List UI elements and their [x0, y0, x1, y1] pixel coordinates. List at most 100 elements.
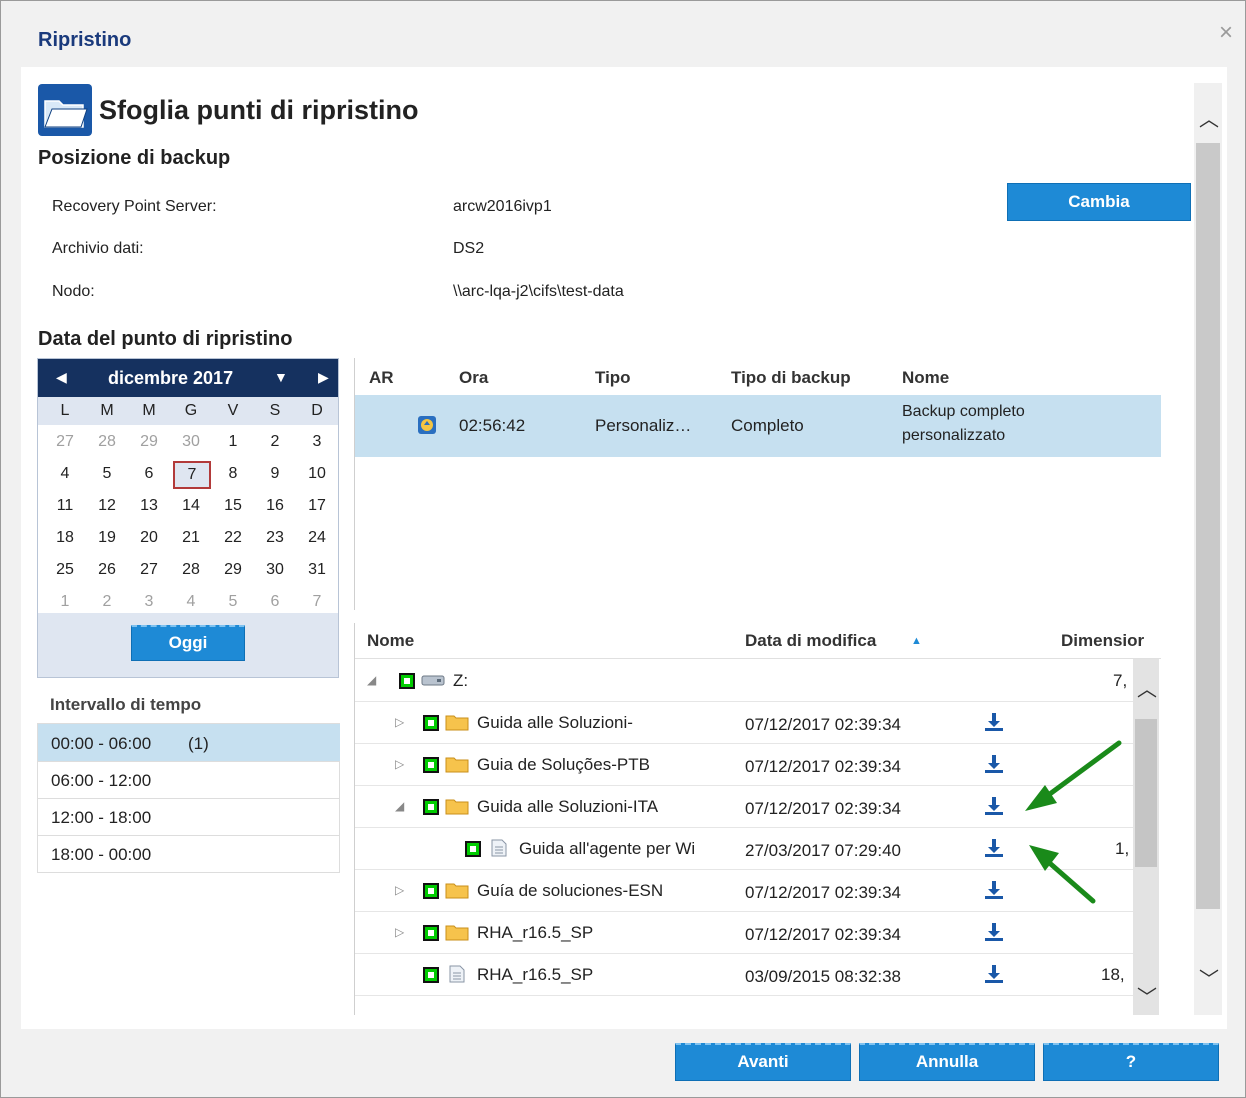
- calendar-day[interactable]: 6: [128, 465, 170, 483]
- file-col-modified[interactable]: Data di modifica: [745, 631, 876, 651]
- calendar-day[interactable]: 24: [296, 529, 338, 547]
- calendar-day[interactable]: 5: [212, 593, 254, 611]
- calendar-day[interactable]: 28: [86, 433, 128, 451]
- select-checkbox[interactable]: [423, 757, 439, 773]
- select-checkbox[interactable]: [465, 841, 481, 857]
- select-checkbox[interactable]: [423, 967, 439, 983]
- calendar-day[interactable]: 9: [254, 465, 296, 483]
- today-button[interactable]: Oggi: [131, 625, 245, 661]
- file-col-name[interactable]: Nome: [367, 631, 414, 651]
- calendar-day[interactable]: 17: [296, 497, 338, 515]
- collapse-icon[interactable]: ◢: [395, 799, 404, 813]
- expand-icon[interactable]: ▷: [395, 757, 404, 771]
- page-title: Sfoglia punti di ripristino: [99, 95, 419, 125]
- col-name[interactable]: Nome: [902, 368, 949, 388]
- col-ar[interactable]: AR: [369, 368, 394, 388]
- outer-scroll-up-icon[interactable]: ︿: [1199, 103, 1219, 132]
- calendar-day[interactable]: 6: [254, 593, 296, 611]
- interval-item[interactable]: 12:00 - 18:00: [38, 798, 340, 836]
- calendar-day[interactable]: 2: [254, 433, 296, 451]
- file-row[interactable]: RHA_r16.5_SP 03/09/2015 08:32:38 18,: [355, 953, 1135, 996]
- scroll-down-icon[interactable]: ﹀: [1137, 981, 1157, 1010]
- prev-month-icon[interactable]: ◀: [56, 369, 67, 386]
- calendar-day[interactable]: 22: [212, 529, 254, 547]
- calendar-day[interactable]: 7: [296, 593, 338, 611]
- calendar-day[interactable]: 19: [86, 529, 128, 547]
- interval-item[interactable]: 06:00 - 12:00: [38, 761, 340, 799]
- help-button[interactable]: ?: [1043, 1043, 1219, 1081]
- calendar-day[interactable]: 4: [44, 465, 86, 483]
- calendar-day[interactable]: 21: [170, 529, 212, 547]
- calendar-day[interactable]: 11: [44, 497, 86, 515]
- scroll-up-icon[interactable]: ︿: [1137, 673, 1157, 702]
- calendar-day[interactable]: 30: [170, 433, 212, 451]
- calendar-day[interactable]: 8: [212, 465, 254, 483]
- outer-scroll-thumb[interactable]: [1196, 143, 1220, 909]
- calendar-day[interactable]: 28: [170, 561, 212, 579]
- calendar-day[interactable]: 4: [170, 593, 212, 611]
- interval-item[interactable]: 00:00 - 06:00 (1): [38, 724, 340, 762]
- select-checkbox[interactable]: [423, 925, 439, 941]
- calendar-day[interactable]: 1: [44, 593, 86, 611]
- select-checkbox[interactable]: [423, 715, 439, 731]
- calendar-day[interactable]: 26: [86, 561, 128, 579]
- calendar-day[interactable]: 31: [296, 561, 338, 579]
- calendar-day[interactable]: 20: [128, 529, 170, 547]
- calendar-day[interactable]: 25: [44, 561, 86, 579]
- calendar-day[interactable]: 12: [86, 497, 128, 515]
- file-col-size[interactable]: Dimensior: [1061, 631, 1144, 651]
- download-icon[interactable]: [983, 921, 1005, 943]
- next-month-icon[interactable]: ▶: [318, 369, 329, 386]
- file-row[interactable]: ◢ Z: 7,: [355, 659, 1135, 702]
- content-scrollbar[interactable]: ︿ ﹀: [1194, 83, 1222, 1015]
- col-type[interactable]: Tipo: [595, 368, 631, 388]
- interval-label: 00:00 - 06:00: [51, 734, 152, 753]
- calendar-day[interactable]: 27: [128, 561, 170, 579]
- select-checkbox[interactable]: [399, 673, 415, 689]
- file-name: Guida alle Soluzioni-: [477, 713, 633, 732]
- outer-scroll-down-icon[interactable]: ﹀: [1199, 963, 1219, 992]
- calendar-day[interactable]: 16: [254, 497, 296, 515]
- calendar-day[interactable]: 15: [212, 497, 254, 515]
- recovery-point-row[interactable]: 02:56:42 Personaliz… Completo Backup com…: [355, 395, 1161, 457]
- calendar-day[interactable]: 2: [86, 593, 128, 611]
- interval-label: 06:00 - 12:00: [51, 771, 152, 790]
- month-dropdown-icon[interactable]: ▼: [274, 369, 288, 385]
- next-button[interactable]: Avanti: [675, 1043, 851, 1081]
- calendar-day[interactable]: 10: [296, 465, 338, 483]
- calendar-day[interactable]: 27: [44, 433, 86, 451]
- file-scrollbar[interactable]: ︿ ﹀: [1133, 659, 1159, 1015]
- change-button[interactable]: Cambia: [1007, 183, 1191, 221]
- interval-label: 18:00 - 00:00: [51, 845, 152, 864]
- scroll-thumb[interactable]: [1135, 719, 1157, 867]
- cancel-button[interactable]: Annulla: [859, 1043, 1035, 1081]
- weekday-label: D: [311, 402, 323, 419]
- calendar-day[interactable]: 1: [212, 433, 254, 451]
- expand-icon[interactable]: ▷: [395, 715, 404, 729]
- col-backup-type[interactable]: Tipo di backup: [731, 368, 851, 388]
- calendar-day[interactable]: 3: [128, 593, 170, 611]
- close-icon[interactable]: ×: [1219, 19, 1233, 47]
- month-label[interactable]: dicembre 2017: [108, 368, 233, 389]
- calendar-day[interactable]: 29: [128, 433, 170, 451]
- calendar-day[interactable]: 30: [254, 561, 296, 579]
- select-checkbox[interactable]: [423, 799, 439, 815]
- calendar-day[interactable]: 3: [296, 433, 338, 451]
- expand-icon[interactable]: ▷: [395, 883, 404, 897]
- calendar-day[interactable]: 14: [170, 497, 212, 515]
- col-time[interactable]: Ora: [459, 368, 488, 388]
- file-row[interactable]: ▷ RHA_r16.5_SP 07/12/2017 02:39:34: [355, 911, 1135, 954]
- calendar-day[interactable]: 23: [254, 529, 296, 547]
- download-icon[interactable]: [983, 711, 1005, 733]
- calendar-day[interactable]: 5: [86, 465, 128, 483]
- select-checkbox[interactable]: [423, 883, 439, 899]
- node-value: \\arc-lqa-j2\cifs\test-data: [453, 283, 624, 300]
- collapse-icon[interactable]: ◢: [367, 673, 376, 687]
- calendar-day[interactable]: 13: [128, 497, 170, 515]
- calendar-day[interactable]: 29: [212, 561, 254, 579]
- expand-icon[interactable]: ▷: [395, 925, 404, 939]
- calendar-day[interactable]: 18: [44, 529, 86, 547]
- calendar-day-selected[interactable]: 7: [173, 461, 211, 489]
- interval-item[interactable]: 18:00 - 00:00: [38, 835, 340, 873]
- download-icon[interactable]: [983, 963, 1005, 985]
